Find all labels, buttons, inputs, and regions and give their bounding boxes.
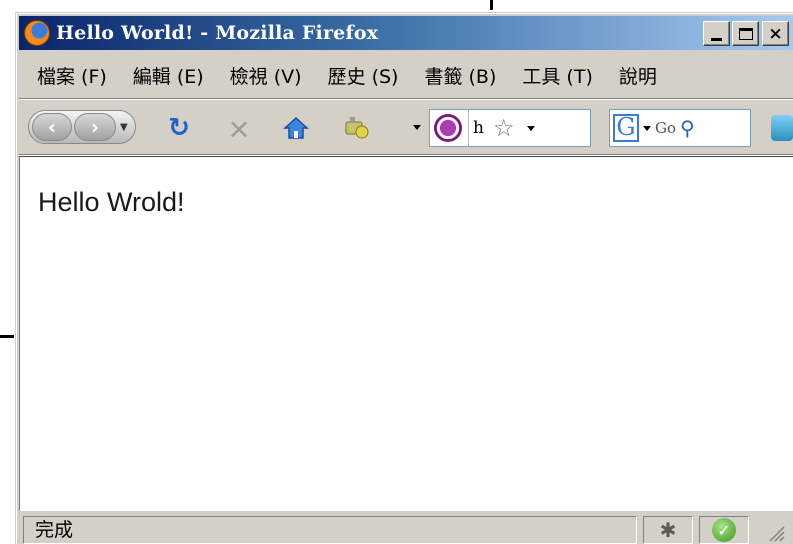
menu-file[interactable]: 檔案 (F) bbox=[37, 62, 107, 89]
bug-icon: ✱ bbox=[659, 518, 677, 542]
back-forward-group: ‹ › ▼ bbox=[28, 110, 136, 144]
menu-separator bbox=[19, 98, 793, 100]
title-bar[interactable]: Hello World! - Mozilla Firefox × bbox=[19, 16, 793, 50]
ok-status-cell[interactable]: ✓ bbox=[699, 516, 749, 544]
back-button[interactable]: ‹ bbox=[32, 113, 72, 141]
menu-bar: 檔案 (F) 編輯 (E) 檢視 (V) 歷史 (S) 書籤 (B) 工具 (T… bbox=[19, 53, 793, 97]
search-icon[interactable]: ⚲ bbox=[680, 116, 695, 140]
window-title: Hello World! - Mozilla Firefox bbox=[56, 22, 379, 44]
back-icon: ‹ bbox=[47, 115, 57, 139]
status-text: 完成 bbox=[23, 516, 637, 544]
menu-bookmarks[interactable]: 書籤 (B) bbox=[424, 62, 496, 89]
url-dropdown-icon[interactable] bbox=[526, 125, 535, 131]
home-icon bbox=[283, 116, 309, 139]
history-dropdown-icon[interactable]: ▼ bbox=[120, 122, 128, 133]
forward-icon: › bbox=[90, 115, 100, 139]
page-heading: Hello Wrold! bbox=[38, 187, 185, 217]
maximize-icon bbox=[738, 27, 753, 40]
close-button[interactable]: × bbox=[762, 21, 789, 46]
stray-mark-top bbox=[490, 0, 493, 10]
site-identity-icon[interactable] bbox=[434, 114, 462, 142]
search-bar[interactable]: G Go ⚲ bbox=[609, 109, 751, 147]
stop-button[interactable]: × bbox=[224, 111, 254, 145]
maximize-button[interactable] bbox=[732, 21, 759, 46]
bug-status-cell[interactable]: ✱ bbox=[643, 516, 693, 544]
page-content: Hello Wrold! bbox=[19, 156, 793, 511]
url-input[interactable]: h bbox=[473, 118, 487, 138]
stray-mark-left bbox=[0, 335, 14, 338]
resize-grip-icon[interactable] bbox=[764, 521, 786, 543]
menu-edit[interactable]: 編輯 (E) bbox=[133, 62, 204, 89]
menu-tools[interactable]: 工具 (T) bbox=[522, 62, 592, 89]
addon-button[interactable] bbox=[341, 113, 371, 143]
minimize-button[interactable] bbox=[703, 21, 730, 46]
search-input[interactable]: Go bbox=[655, 119, 676, 137]
home-button[interactable] bbox=[281, 113, 311, 143]
browser-window: Hello World! - Mozilla Firefox × 檔案 (F) … bbox=[15, 12, 793, 544]
minimize-icon bbox=[711, 38, 722, 41]
bookmark-star-icon[interactable]: ☆ bbox=[493, 114, 515, 142]
check-icon: ✓ bbox=[712, 518, 736, 542]
forward-button[interactable]: › bbox=[74, 113, 116, 141]
reload-button[interactable]: ↻ bbox=[164, 113, 194, 143]
stop-icon: × bbox=[227, 111, 251, 145]
addon-dropdown-icon[interactable] bbox=[413, 125, 421, 130]
menu-view[interactable]: 檢視 (V) bbox=[230, 62, 302, 89]
window-controls: × bbox=[701, 21, 789, 46]
menu-help[interactable]: 說明 bbox=[619, 62, 657, 89]
addon-icon bbox=[345, 117, 369, 139]
google-icon[interactable]: G bbox=[613, 114, 639, 142]
firefox-icon[interactable] bbox=[24, 20, 50, 46]
url-divider bbox=[468, 110, 469, 146]
reload-icon: ↻ bbox=[168, 113, 190, 143]
menu-history[interactable]: 歷史 (S) bbox=[328, 62, 399, 89]
toolbar-overflow-icon[interactable] bbox=[771, 115, 793, 141]
check-glyph: ✓ bbox=[717, 520, 731, 540]
status-bar: 完成 ✱ ✓ bbox=[19, 513, 793, 544]
search-engine-dropdown-icon[interactable] bbox=[643, 125, 651, 131]
url-bar[interactable]: h ☆ bbox=[429, 109, 591, 147]
navigation-toolbar: ‹ › ▼ ↻ × h ☆ G Go ⚲ bbox=[19, 101, 793, 153]
close-icon: × bbox=[768, 23, 783, 44]
